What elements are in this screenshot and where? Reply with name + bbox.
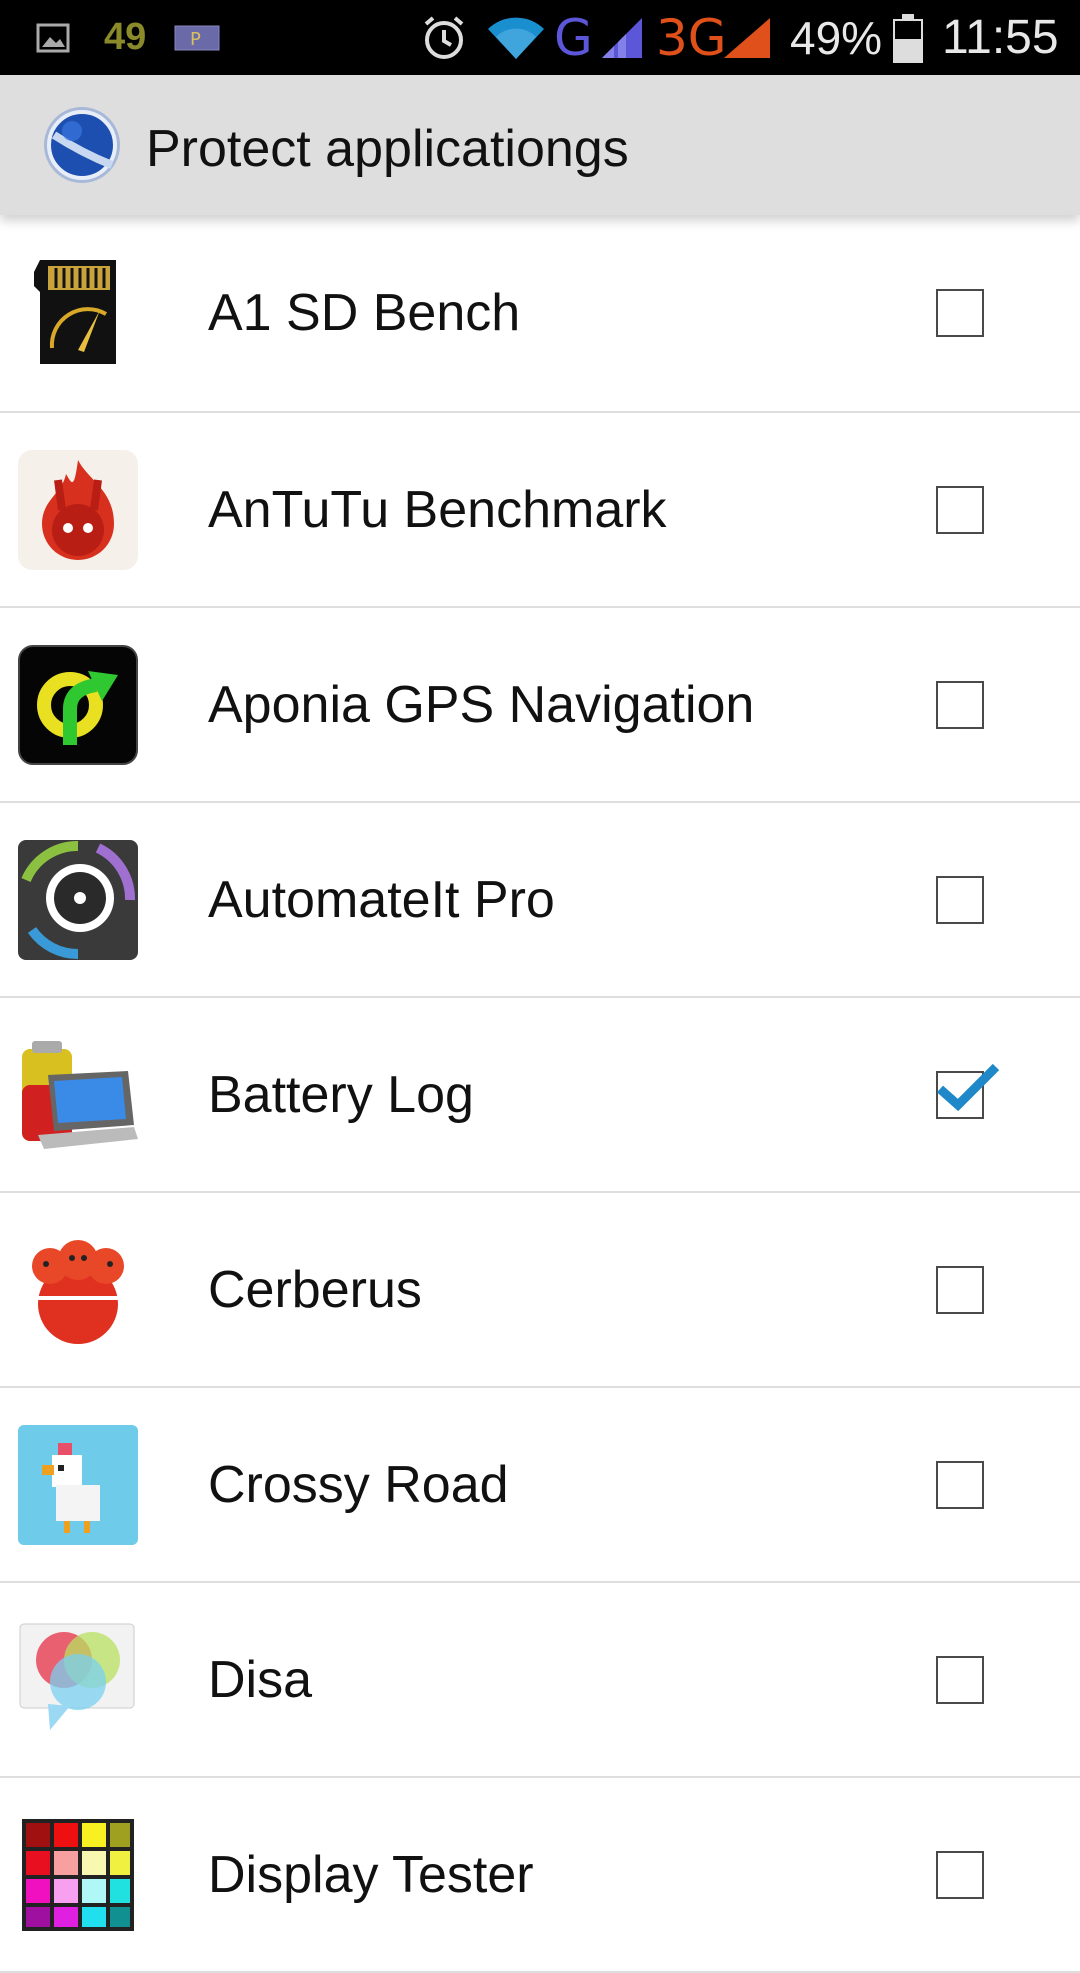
clock: 11:55: [942, 11, 1059, 64]
parking-icon: P: [174, 0, 220, 75]
gps-navigation-icon: [18, 645, 138, 765]
list-item[interactable]: Crossy Road: [0, 1388, 1080, 1583]
image-icon: [36, 0, 70, 75]
protect-checkbox[interactable]: [936, 289, 984, 337]
list-item[interactable]: A1 SD Bench: [0, 215, 1080, 413]
network-type-3g: 3G: [656, 8, 727, 67]
list-item[interactable]: Battery Log: [0, 998, 1080, 1193]
signal-icon: [600, 0, 644, 75]
list-item[interactable]: AutomateIt Pro: [0, 803, 1080, 998]
app-logo-icon[interactable]: [42, 105, 122, 185]
app-name: Display Tester: [208, 1845, 534, 1904]
protect-checkbox[interactable]: [936, 485, 984, 534]
battery-icon: [892, 0, 924, 75]
sd-card-icon: [18, 252, 138, 372]
crossy-road-icon: [18, 1425, 138, 1545]
svg-text:P: P: [190, 29, 201, 50]
app-name: Cerberus: [208, 1260, 422, 1319]
list-item[interactable]: AnTuTu Benchmark: [0, 413, 1080, 608]
network-type-g: G: [554, 8, 593, 67]
status-bar: 49 P G 3G 49% 11:55: [0, 0, 1080, 75]
app-name: AnTuTu Benchmark: [208, 480, 667, 539]
wifi-icon: [486, 0, 546, 75]
automateit-icon: [18, 840, 138, 960]
battery-percent: 49%: [790, 11, 883, 64]
display-tester-icon: [18, 1815, 138, 1935]
protect-checkbox[interactable]: [936, 1063, 1000, 1119]
protect-checkbox[interactable]: [936, 1850, 984, 1899]
page-title: Protect applicationgs: [146, 120, 629, 178]
app-name: Aponia GPS Navigation: [208, 675, 755, 734]
protect-checkbox[interactable]: [936, 1265, 984, 1314]
antutu-icon: [18, 450, 138, 570]
list-item[interactable]: Disa: [0, 1583, 1080, 1778]
alarm-icon: [420, 0, 468, 75]
app-name: AutomateIt Pro: [208, 870, 555, 929]
list-item[interactable]: Aponia GPS Navigation: [0, 608, 1080, 803]
disa-icon: [18, 1620, 138, 1740]
action-bar: Protect applicationgs: [0, 75, 1080, 215]
app-name: A1 SD Bench: [208, 284, 521, 342]
protect-checkbox[interactable]: [936, 875, 984, 924]
list-item[interactable]: Display Tester: [0, 1778, 1080, 1973]
app-name: Battery Log: [208, 1065, 474, 1124]
app-name: Disa: [208, 1650, 313, 1709]
notification-count: 49: [104, 16, 147, 58]
app-name: Crossy Road: [208, 1455, 509, 1514]
protect-checkbox[interactable]: [936, 1460, 984, 1509]
protect-checkbox[interactable]: [936, 1655, 984, 1704]
list-item[interactable]: Cerberus: [0, 1193, 1080, 1388]
cerberus-icon: [18, 1230, 138, 1350]
signal-icon: [722, 0, 772, 75]
app-list: A1 SD Bench AnTuTu Benchmark Aponia GPS …: [0, 215, 1080, 1973]
battery-log-icon: [18, 1035, 138, 1155]
protect-checkbox[interactable]: [936, 680, 984, 729]
